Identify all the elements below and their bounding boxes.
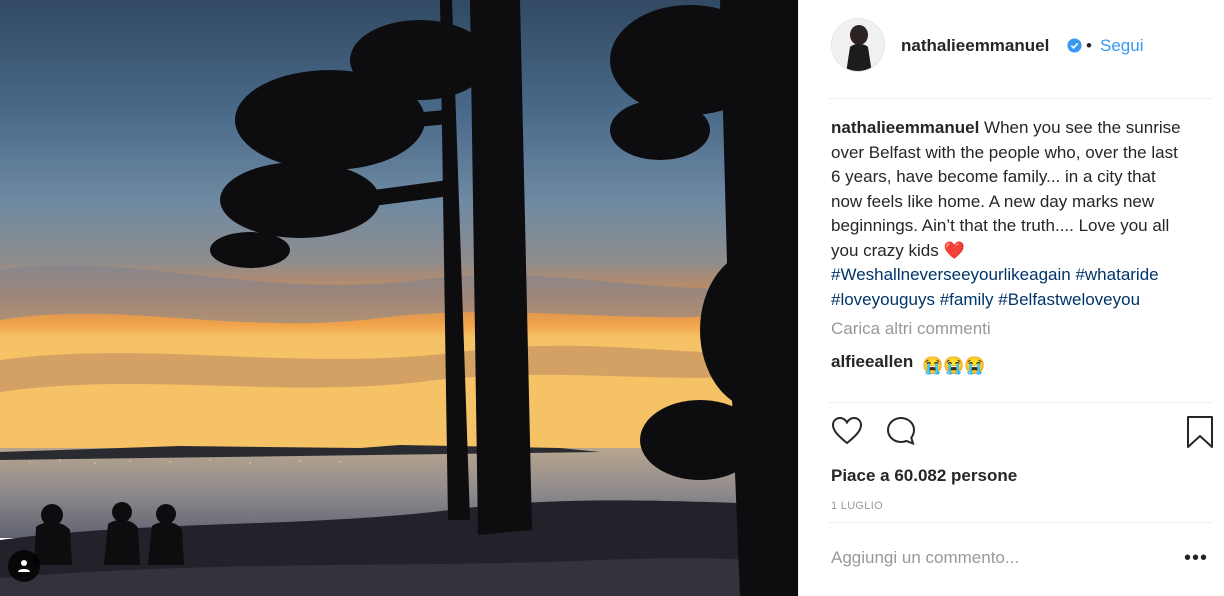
comment-item: alfieeallen 😭😭😭 (831, 350, 1181, 379)
truncated-comment: … (831, 392, 1181, 401)
hashtag-link[interactable]: #loveyouguys (831, 290, 935, 309)
action-bar (799, 415, 1224, 459)
verified-badge-icon (1067, 38, 1082, 58)
hashtag-link[interactable]: #Weshallneverseeyourlikeagain (831, 265, 1071, 284)
post-sidebar: nathalieemmanuel • Segui nathalieemmanue… (798, 0, 1224, 596)
load-more-comments[interactable]: Carica altri commenti (831, 317, 1181, 342)
caption: nathalieemmanuel When you see the sunris… (831, 116, 1181, 312)
bookmark-icon[interactable] (1185, 415, 1215, 454)
caption-username[interactable]: nathalieemmanuel (831, 118, 979, 137)
post-date[interactable]: 1 LUGLIO (831, 500, 883, 512)
hashtag-link[interactable]: #family (940, 290, 994, 309)
follow-button[interactable]: Segui (1100, 36, 1143, 56)
user-tag-icon (18, 560, 30, 572)
sunset-photo (0, 0, 798, 596)
post-photo[interactable] (0, 0, 798, 596)
separator-dot: • (1086, 36, 1092, 55)
comment-username[interactable]: alfieeallen (831, 352, 913, 371)
add-comment-input[interactable] (831, 548, 1131, 568)
heart-icon[interactable] (831, 415, 863, 452)
comments-list[interactable]: nathalieemmanuel When you see the sunris… (831, 116, 1181, 401)
divider (829, 98, 1212, 99)
post-header: nathalieemmanuel • Segui (799, 0, 1224, 96)
divider (829, 402, 1212, 403)
hashtag-link[interactable]: #whataride (1075, 265, 1158, 284)
tagged-users-button[interactable] (8, 550, 40, 582)
crying-emoji-group: 😭😭😭 (921, 355, 986, 375)
heart-emoji: ❤️ (943, 240, 965, 260)
likes-count[interactable]: Piace a 60.082 persone (831, 466, 1017, 486)
hashtag-link[interactable]: #Belfastweloveyou (998, 290, 1140, 309)
avatar[interactable] (831, 18, 885, 72)
author-username[interactable]: nathalieemmanuel (901, 36, 1049, 56)
comment-bubble-icon[interactable] (885, 415, 917, 452)
divider (829, 522, 1212, 523)
more-options-button[interactable]: ••• (1184, 548, 1208, 568)
caption-text: When you see the sunrise over Belfast wi… (831, 118, 1181, 260)
avatar-image (832, 19, 884, 71)
